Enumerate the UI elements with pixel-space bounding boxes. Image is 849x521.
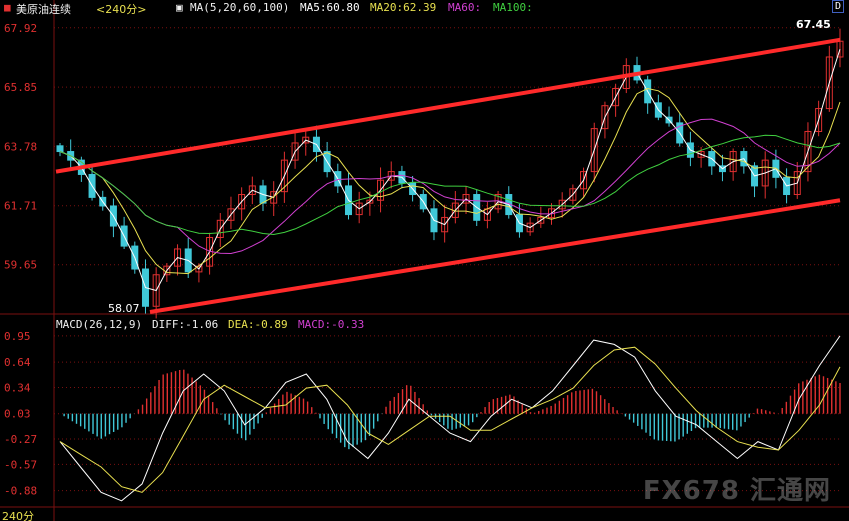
- footer-period-tab[interactable]: 240分: [2, 508, 34, 521]
- candle-body: [56, 145, 64, 153]
- ma20-legend: MA20:62.39: [370, 1, 437, 14]
- macd-tick-label: 0.64: [4, 356, 31, 369]
- macd-diff: DIFF:-1.06: [152, 318, 219, 331]
- period-label: <240分>: [96, 3, 147, 16]
- macd-tick-label: -0.88: [4, 485, 37, 498]
- price-tick-label: 65.85: [4, 81, 37, 94]
- instrument-title: 美原油连续: [16, 3, 71, 16]
- macd-title: MACD(26,12,9): [56, 318, 143, 331]
- price-tick-label: 67.92: [4, 22, 37, 35]
- price-tick-label: 63.78: [4, 140, 37, 153]
- macd-value: MACD:-0.33: [298, 318, 365, 331]
- chart-canvas: 67.92 65.85 63.78 61.71 59.65 0.95 0.64 0.34 0.0…: [0, 0, 849, 521]
- macd-tick-label: 0.95: [4, 330, 31, 343]
- price-tick-label: 59.65: [4, 259, 37, 272]
- macd-tick-label: -0.27: [4, 433, 37, 446]
- macd-tick-label: 0.34: [4, 381, 31, 394]
- macd-tick-label: 0.03: [4, 408, 31, 421]
- chart-window: 67.92 65.85 63.78 61.71 59.65 0.95 0.64 0.34 0.0…: [0, 0, 849, 521]
- ma60-legend: MA60:: [448, 1, 482, 14]
- instrument-icon: ■: [4, 1, 11, 14]
- low-annotation: 58.07: [108, 302, 140, 315]
- ma5-legend: MA5:60.80: [300, 1, 360, 14]
- ma-label: MA(5,20,60,100): [190, 1, 290, 14]
- ma-settings-icon[interactable]: ▣: [176, 1, 183, 14]
- channel-lower-line: [149, 198, 841, 314]
- price-tick-label: 61.71: [4, 200, 37, 213]
- ma20-line: [59, 87, 841, 275]
- high-annotation: 67.45: [796, 18, 831, 31]
- channel-upper-line: [55, 37, 841, 174]
- ma100-legend: MA100:: [493, 1, 533, 14]
- macd-dea: DEA:-0.89: [228, 318, 288, 331]
- corner-tag[interactable]: D: [832, 0, 845, 13]
- macd-tick-label: -0.57: [4, 458, 37, 471]
- watermark-logo: FX678 汇通网: [642, 476, 831, 506]
